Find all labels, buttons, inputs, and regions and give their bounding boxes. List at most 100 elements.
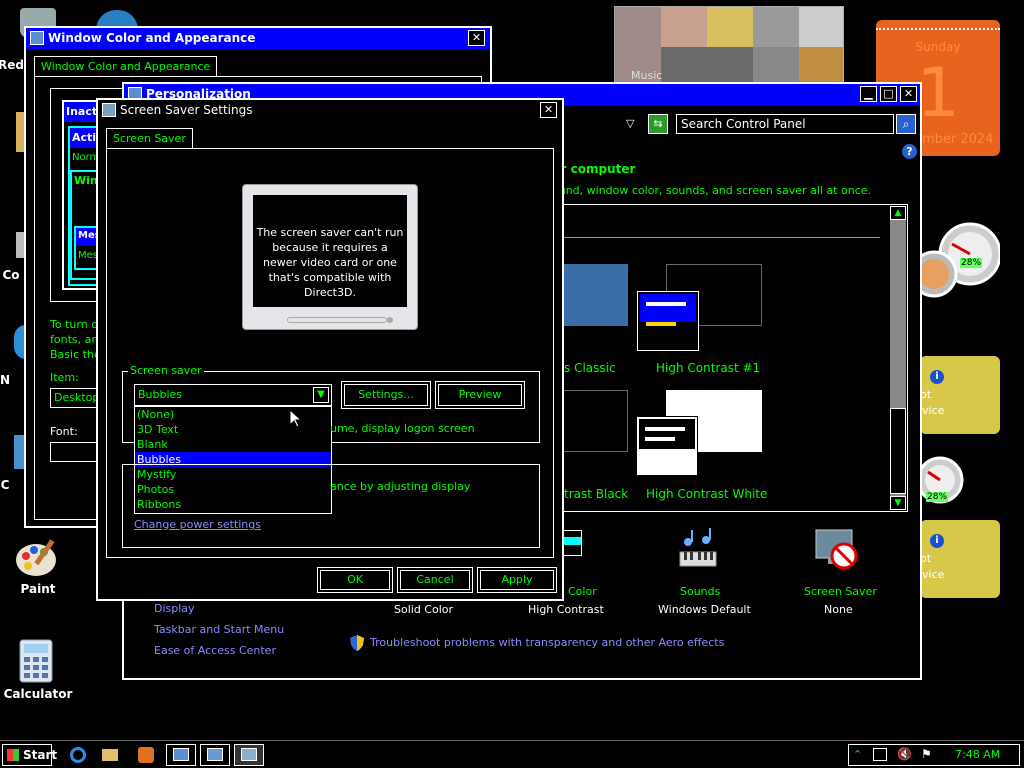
maximize-button[interactable]: □ xyxy=(880,86,897,102)
calendar-day: Sunday xyxy=(915,40,961,54)
show-hidden-icons-icon[interactable]: ⌃ xyxy=(853,748,862,761)
windows-logo-icon xyxy=(7,749,19,761)
scroll-down-icon[interactable]: ▼ xyxy=(890,496,906,510)
cancel-button[interactable]: Cancel xyxy=(397,567,473,593)
sounds-sub: Windows Default xyxy=(658,603,751,616)
window-color-item-sub: Solid Color xyxy=(394,603,454,616)
personalization-subheading: ound, window color, sounds, and screen s… xyxy=(552,184,872,197)
weather-gadget-2[interactable]: i ot vice xyxy=(920,520,1000,598)
theme-classic-label: s Classic xyxy=(564,361,616,375)
screen-saver-select[interactable]: Bubbles ▼ xyxy=(134,384,332,406)
explorer-icon[interactable] xyxy=(96,744,124,766)
screen-saver-group-label: Screen saver xyxy=(128,364,204,377)
theme-hc1-thumbnail[interactable] xyxy=(637,264,762,351)
notification-area: ⌃ 🔇 ⚑ 7:48 AM xyxy=(848,744,1020,766)
window-color-app-icon xyxy=(30,31,44,45)
theme-hcwhite-thumbnail[interactable] xyxy=(636,390,762,476)
apply-button[interactable]: Apply xyxy=(477,567,557,593)
paint-label: Paint xyxy=(20,582,56,596)
font-label: Font: xyxy=(50,425,78,438)
settings-button[interactable]: Settings... xyxy=(341,381,431,409)
calendar-rings xyxy=(876,20,1000,30)
taskbar-screen-saver[interactable] xyxy=(234,744,264,766)
slideshow-gadget[interactable]: Music xyxy=(614,6,844,86)
sounds-icon[interactable] xyxy=(676,528,722,568)
screen-saver-titlebar: Screen Saver Settings ✕ xyxy=(98,100,562,122)
theme-black-thumbnail[interactable] xyxy=(562,390,628,452)
info-icon[interactable]: i xyxy=(930,534,944,548)
theme-list[interactable] xyxy=(552,204,908,512)
theme-hc1-label: High Contrast #1 xyxy=(656,361,761,375)
power-group xyxy=(122,464,540,548)
window-color-close-button[interactable]: ✕ xyxy=(468,30,485,46)
screen-saver-settings-window: Screen Saver Settings ✕ Screen Saver The… xyxy=(96,98,564,601)
option-blank[interactable]: Blank xyxy=(135,437,331,452)
window-color-item-title[interactable]: Color xyxy=(568,585,597,598)
taskbar-personalization[interactable] xyxy=(200,744,230,766)
shield-icon xyxy=(350,635,364,651)
see-also-taskbar[interactable]: Taskbar and Start Menu xyxy=(154,623,284,636)
preview-button[interactable]: Preview xyxy=(435,381,525,409)
monitor-power-light xyxy=(387,317,393,323)
see-also-ease-of-access[interactable]: Ease of Access Center xyxy=(154,644,276,657)
help-icon[interactable]: ? xyxy=(902,144,917,159)
info-icon[interactable]: i xyxy=(930,370,944,384)
screen-saver-select-value: Bubbles xyxy=(138,388,183,401)
ok-button[interactable]: OK xyxy=(317,567,393,593)
theme-divider xyxy=(562,237,880,238)
calculator-icon[interactable] xyxy=(16,638,56,684)
flag-icon[interactable]: ⚑ xyxy=(921,747,932,761)
refresh-icon[interactable]: ⇆ xyxy=(648,114,668,134)
calendar-month: mber 2024 xyxy=(922,132,994,147)
scroll-up-icon[interactable]: ▲ xyxy=(890,206,906,220)
minimize-button[interactable]: ▁ xyxy=(860,86,877,102)
clock[interactable]: 7:48 AM xyxy=(955,748,1000,761)
scroll-thumb[interactable] xyxy=(890,408,906,494)
network-tray-icon[interactable] xyxy=(873,748,887,761)
screen-saver-title: Screen Saver Settings xyxy=(120,103,253,117)
screen-saver-preview-message: The screen saver can't run because it re… xyxy=(256,226,404,299)
screen-saver-tab[interactable]: Screen Saver xyxy=(106,128,193,148)
taskbar: Start ⌃ 🔇 ⚑ 7:48 AM xyxy=(0,740,1024,768)
screen-saver-title[interactable]: Screen Saver xyxy=(804,585,877,598)
theme-scrollbar[interactable]: ▲ ▼ xyxy=(890,206,906,510)
slideshow-label: Music xyxy=(631,69,663,82)
start-button[interactable]: Start xyxy=(2,744,57,766)
see-also-display[interactable]: Display xyxy=(154,602,195,615)
desktop-bg-item-sub: High Contrast xyxy=(528,603,604,616)
weather-text-2: vice xyxy=(922,404,945,417)
item-label: Item: xyxy=(50,371,79,384)
sounds-title[interactable]: Sounds xyxy=(680,585,720,598)
taskbar-window-color[interactable] xyxy=(166,744,196,766)
troubleshoot-link[interactable]: Troubleshoot problems with transparency … xyxy=(370,636,724,649)
window-color-titlebar: Window Color and Appearance ✕ xyxy=(26,28,490,50)
monitor-stand-slot xyxy=(287,317,387,323)
window-color-tab[interactable]: Window Color and Appearance xyxy=(34,56,218,76)
cpu-meter-gadget[interactable]: 28% xyxy=(910,216,1002,300)
search-icon[interactable]: ⌕ xyxy=(896,114,916,134)
search-input[interactable] xyxy=(676,114,894,134)
power-text: ance by adjusting display xyxy=(330,480,471,493)
chevron-down-icon[interactable]: ▼ xyxy=(313,387,329,403)
screen-saver-icon[interactable] xyxy=(814,528,860,572)
calculator-label: Calculator xyxy=(3,687,73,701)
volume-muted-icon[interactable]: 🔇 xyxy=(897,747,912,761)
window-color-title: Window Color and Appearance xyxy=(48,31,256,45)
screen-saver-close-button[interactable]: ✕ xyxy=(540,102,557,118)
media-player-icon[interactable] xyxy=(132,744,160,766)
weather-gadget-1[interactable]: i ot vice xyxy=(920,356,1000,434)
resume-logon-text: ume, display logon screen xyxy=(330,422,475,435)
mouse-cursor-icon xyxy=(289,408,303,428)
cpu-percent-2: 28% xyxy=(926,492,949,502)
personalization-heading: ur computer xyxy=(552,162,636,176)
ie-icon[interactable] xyxy=(64,744,92,766)
personalization-close-button[interactable]: ✕ xyxy=(900,86,917,102)
paint-icon[interactable] xyxy=(14,534,60,580)
change-power-settings-link[interactable]: Change power settings xyxy=(134,518,261,531)
address-dropdown-arrow[interactable]: ▽ xyxy=(626,117,634,130)
weather-text-4: vice xyxy=(922,568,945,581)
theme-classic-thumbnail[interactable] xyxy=(562,264,628,326)
cpu-meter-gadget-2[interactable]: 28% xyxy=(916,452,964,510)
preview-msg-text: Mes xyxy=(78,250,98,261)
window-color-desc-1: To turn o xyxy=(50,318,98,331)
